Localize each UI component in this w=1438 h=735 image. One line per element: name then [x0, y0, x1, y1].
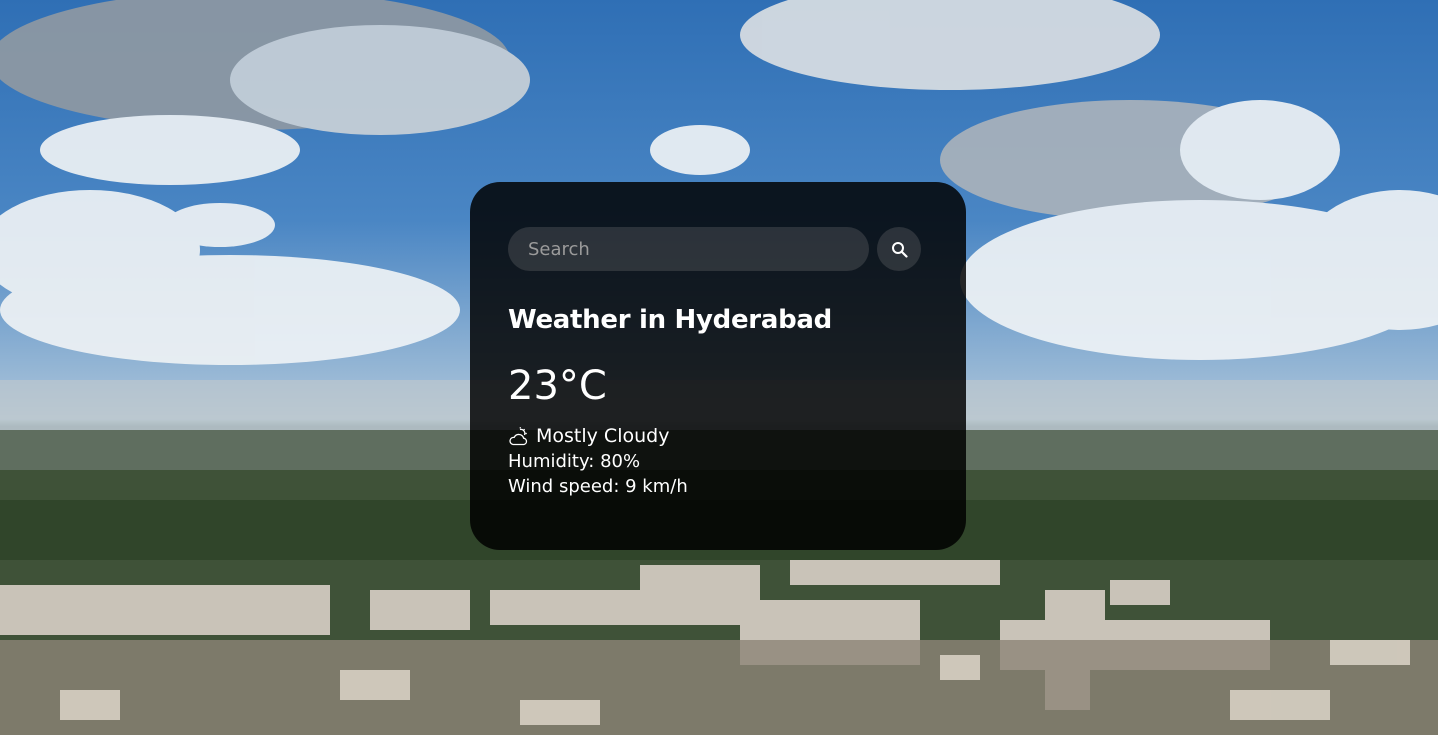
weather-card: Weather in Hyderabad 23°C Mostly Cloudy … [470, 182, 966, 550]
search-icon [891, 241, 908, 258]
city-heading: Weather in Hyderabad [508, 305, 832, 335]
weather-description-row: Mostly Cloudy [508, 425, 928, 447]
humidity: Humidity: 80% [508, 451, 641, 472]
temperature: 23°C [508, 363, 607, 409]
weather-description: Mostly Cloudy [536, 425, 670, 447]
cloud-sun-icon [509, 426, 528, 445]
search-input[interactable] [508, 227, 869, 271]
wind-speed: Wind speed: 9 km/h [508, 476, 688, 497]
search-button[interactable] [877, 227, 921, 271]
search-bar [508, 227, 928, 271]
